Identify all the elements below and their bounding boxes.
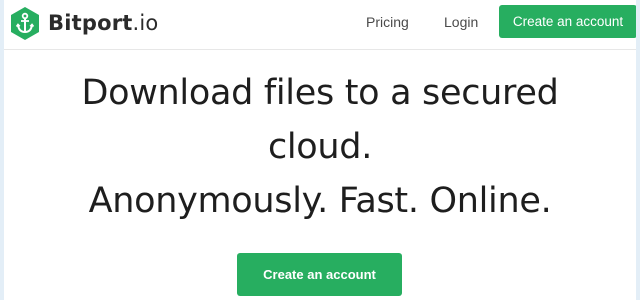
create-account-hero-button[interactable]: Create an account bbox=[237, 253, 402, 296]
hero-headline: Download files to a secured cloud. Anony… bbox=[4, 66, 636, 228]
logo-tld: .io bbox=[132, 11, 159, 35]
logo[interactable]: Bitport.io bbox=[9, 5, 158, 41]
nav-link-pricing[interactable]: Pricing bbox=[366, 0, 409, 44]
hero-headline-line-2: cloud. bbox=[267, 127, 373, 167]
anchor-hexagon-icon bbox=[11, 6, 39, 40]
create-account-header-button[interactable]: Create an account bbox=[499, 5, 636, 38]
page: Bitport.io Pricing Login Create an accou… bbox=[4, 0, 636, 300]
nav-link-login[interactable]: Login bbox=[444, 0, 478, 44]
logo-text: Bitport.io bbox=[48, 5, 158, 41]
logo-brand: Bitport bbox=[48, 11, 133, 35]
top-navbar: Bitport.io Pricing Login Create an accou… bbox=[4, 0, 636, 50]
hero-headline-line-3: Anonymously. Fast. Online. bbox=[88, 181, 552, 221]
hero-headline-line-1: Download files to a secured bbox=[81, 73, 559, 113]
